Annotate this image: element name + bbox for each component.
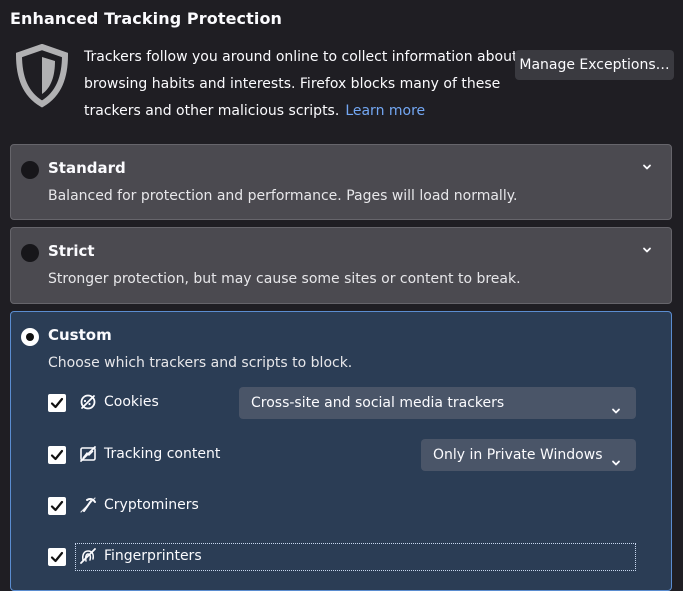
tracking-content-select[interactable]: Only in Private Windows bbox=[421, 439, 636, 471]
page-title: Enhanced Tracking Protection bbox=[10, 9, 283, 28]
checkmark-icon bbox=[50, 500, 64, 512]
custom-description: Choose which trackers and scripts to blo… bbox=[48, 355, 353, 371]
intro-line-3: trackers and other malicious scripts. Lea… bbox=[84, 98, 514, 125]
cookies-select-value: Cross-site and social media trackers bbox=[251, 395, 505, 411]
strict-title: Strict bbox=[48, 242, 95, 260]
checkmark-icon bbox=[50, 449, 64, 461]
intro-line-1: Trackers follow you around online to col… bbox=[84, 49, 554, 65]
tracking-content-icon bbox=[79, 445, 97, 463]
fingerprinters-checkbox[interactable] bbox=[48, 548, 66, 566]
custom-radio[interactable] bbox=[21, 328, 39, 346]
cryptominers-checkbox[interactable] bbox=[48, 497, 66, 515]
learn-more-link[interactable]: Learn more bbox=[345, 103, 425, 119]
cookie-icon bbox=[79, 393, 97, 411]
standard-description: Balanced for protection and performance.… bbox=[48, 188, 518, 204]
standard-title: Standard bbox=[48, 159, 126, 177]
tracking-content-select-value: Only in Private Windows bbox=[433, 447, 603, 463]
tracking-content-checkbox[interactable] bbox=[48, 446, 66, 464]
manage-exceptions-button[interactable]: Manage Exceptions… bbox=[515, 50, 674, 80]
standard-option-card[interactable]: Standard Balanced for protection and per… bbox=[10, 144, 672, 220]
cookies-select[interactable]: Cross-site and social media trackers bbox=[239, 387, 636, 419]
checkmark-icon bbox=[50, 397, 64, 409]
intro-line-2: browsing habits and interests. Firefox b… bbox=[84, 76, 501, 92]
custom-title: Custom bbox=[48, 326, 112, 344]
strict-description: Stronger protection, but may cause some … bbox=[48, 271, 521, 287]
strict-option-card[interactable]: Strict Stronger protection, but may caus… bbox=[10, 227, 672, 304]
checkmark-icon bbox=[50, 551, 64, 563]
standard-radio[interactable] bbox=[21, 161, 39, 179]
tracking-content-label: Tracking content bbox=[104, 446, 221, 462]
cookies-checkbox[interactable] bbox=[48, 394, 66, 412]
chevron-down-icon bbox=[610, 397, 622, 414]
chevron-down-icon[interactable] bbox=[641, 161, 653, 173]
fingerprinters-focus-ring bbox=[75, 543, 636, 571]
cryptominer-icon bbox=[79, 496, 97, 514]
intro-line-3-text: trackers and other malicious scripts. bbox=[84, 103, 340, 119]
intro-text: Trackers follow you around online to col… bbox=[84, 44, 554, 125]
chevron-down-icon bbox=[610, 449, 622, 466]
chevron-down-icon[interactable] bbox=[641, 244, 653, 256]
shield-icon bbox=[12, 43, 72, 108]
cryptominers-label: Cryptominers bbox=[104, 497, 199, 513]
cookies-label: Cookies bbox=[104, 394, 159, 410]
strict-radio[interactable] bbox=[21, 244, 39, 262]
